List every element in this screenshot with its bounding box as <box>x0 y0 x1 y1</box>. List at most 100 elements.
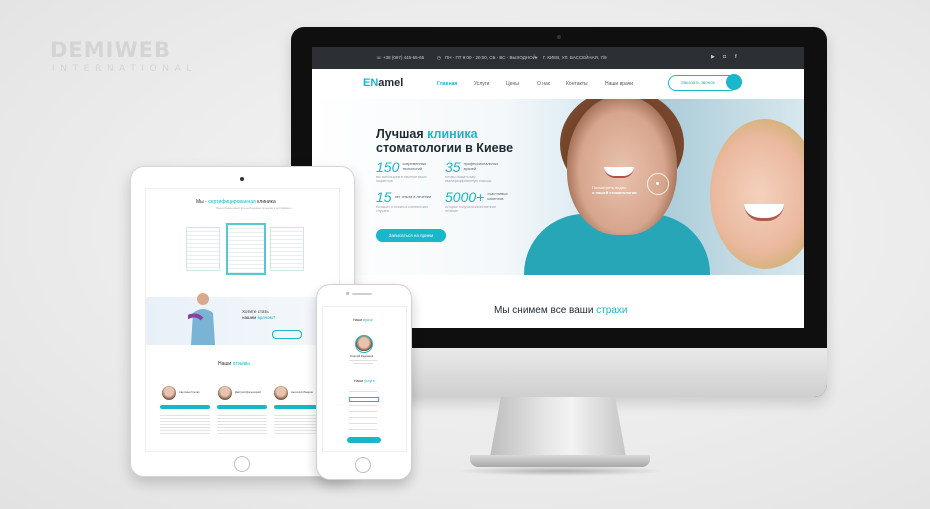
fears-title-accent: страхи <box>596 305 628 316</box>
reviews-title: Наши отзывы <box>218 361 250 367</box>
nav-item-prices[interactable]: Цены <box>506 81 519 87</box>
doctors-title: Наши врачи <box>353 318 373 322</box>
phone-home-button <box>355 457 371 473</box>
watermark-subtitle: INTERNATIONAL <box>52 64 197 74</box>
stat-clients: 5000+ счастливых клиентов которые получи… <box>445 189 509 213</box>
stat-sub: мы используем в лечении своих пациентов <box>376 175 427 183</box>
video-caption: Посмотреть видео о нашей стоматологии <box>592 185 637 195</box>
certificate-image[interactable] <box>226 223 266 275</box>
phone-camera-icon <box>346 292 349 295</box>
service-item[interactable] <box>349 423 377 424</box>
stat-sub: которые получили качественное лечение <box>445 205 497 213</box>
fears-section-title: Мы снимем все ваши страхи <box>494 305 627 316</box>
cert-title-accent: сертифицированная <box>208 199 256 205</box>
fears-title-pre: Мы снимем все ваши <box>494 305 597 316</box>
hero-title: Лучшая клиника стоматологии в Киеве <box>376 127 513 155</box>
reviews-title-accent: отзывы <box>232 361 250 367</box>
phone-call-icon[interactable] <box>726 74 742 90</box>
service-item[interactable] <box>349 411 377 412</box>
certificate-image[interactable] <box>186 227 220 271</box>
phone-cta-button[interactable] <box>347 437 381 443</box>
service-item[interactable] <box>349 391 377 392</box>
camera-icon <box>557 35 561 39</box>
pin-icon: ⌖ <box>535 55 538 60</box>
logo-rest: amel <box>378 77 404 89</box>
site-logo[interactable]: ENamel <box>363 77 403 89</box>
stat-number: 5000+ <box>445 189 485 205</box>
divider <box>353 363 373 364</box>
stat-doctors: 35 профессиональных врачей готовы оказат… <box>445 159 505 183</box>
service-item[interactable] <box>349 429 377 430</box>
stat-label: современных технологий <box>402 162 427 171</box>
avatar <box>218 386 232 400</box>
stat-label: счастливых клиентов <box>487 192 508 201</box>
nav-item-services[interactable]: Услуги <box>474 81 489 87</box>
careers-cta: Хотите стать нашим врачом? <box>242 309 275 320</box>
ipad-camera-icon <box>240 177 244 181</box>
services-title-pre: Наши <box>354 379 365 383</box>
hero-title-pre: Лучшая <box>376 127 428 141</box>
phone-icon: ☏ <box>376 55 382 60</box>
hero-photo-child <box>710 119 804 269</box>
reviews-title-pre: Наши <box>218 361 233 367</box>
reviewer-name: Анатолий Ивашин <box>291 391 313 394</box>
book-appointment-button[interactable]: Записаться на прием <box>376 229 446 242</box>
nav-item-doctors[interactable]: Наши врачи <box>605 81 633 87</box>
doctor-photo <box>188 293 215 345</box>
stat-tech: 150 современных технологий мы используем… <box>376 159 436 183</box>
divider <box>349 360 377 361</box>
stat-sub: готовы оказать вам квалифицированную пом… <box>445 175 492 183</box>
careers-cta-accent: врачом? <box>257 314 276 320</box>
stat-sub: больших и сложных клинических случаев <box>376 205 428 213</box>
reviewer-name: Дмитрий Дольницкий <box>235 391 261 394</box>
hero-title-accent: клиника <box>427 127 478 141</box>
avatar <box>162 386 176 400</box>
logo-accent: EN <box>363 77 379 89</box>
topbar-hours: ПН - ПТ 9:00 - 20:00, СБ - ВС - ВЫХОДНОЙ <box>445 55 536 60</box>
doctor-name: Георгий Кирсанов <box>350 354 374 358</box>
watermark-logo: DEMIWEB <box>50 38 172 62</box>
review-text <box>217 413 267 435</box>
review-text <box>160 413 210 435</box>
doctor-avatar[interactable] <box>355 335 373 353</box>
hero-title-line2: стоматологии в Киеве <box>376 141 514 155</box>
certificates-subtitle: Наша клиника имеет все необходимые лицен… <box>216 207 292 210</box>
imac-shadow <box>455 466 665 476</box>
certificate-image[interactable] <box>270 227 304 271</box>
topbar-address: Г. КИЕВ, УЛ. БАССЕЙНАЯ, 7/9 <box>543 55 607 60</box>
youtube-icon[interactable]: ▶ <box>711 54 715 60</box>
careers-band <box>146 297 339 345</box>
doctors-title-accent: врачи <box>363 318 373 322</box>
services-title: Наши услуги <box>354 379 375 383</box>
nav-item-contacts[interactable]: Контакты <box>566 81 588 87</box>
service-item[interactable] <box>349 417 377 418</box>
facebook-icon[interactable]: f <box>735 54 737 60</box>
cert-title-pre: Мы - <box>196 199 209 205</box>
main-nav: ENamel Главная Услуги Цены О нас Контакт… <box>312 69 804 99</box>
instagram-icon[interactable]: ◘ <box>723 54 726 60</box>
clock-icon: ◷ <box>437 55 441 60</box>
stat-number: 15 <box>376 189 392 205</box>
avatar <box>274 386 288 400</box>
stat-label: профессиональных врачей <box>463 162 499 171</box>
video-caption-line2: о нашей стоматологии <box>592 190 637 195</box>
phone-screen: Наши врачи Георгий Кирсанов Наши услуги <box>322 306 407 452</box>
hero-section: Лучшая клиника стоматологии в Киеве 150 … <box>312 99 804 275</box>
topbar-phone[interactable]: +38 (097) 445-65-65 <box>383 55 424 60</box>
review-highlight <box>160 405 210 409</box>
nav-item-about[interactable]: О нас <box>537 81 550 87</box>
certificates-title: Мы - сертифицированная клиника <box>196 199 276 205</box>
careers-cta-pre: нашим <box>242 314 258 320</box>
cert-title-post: клиника <box>255 199 276 205</box>
review-highlight <box>217 405 267 409</box>
reviewer-name: Светлана Гончар <box>179 391 200 394</box>
careers-button[interactable] <box>272 330 302 339</box>
nav-item-home[interactable]: Главная <box>437 81 457 87</box>
imac-stand <box>490 397 626 457</box>
service-item-active[interactable] <box>349 397 379 402</box>
doctors-title-pre: Наши <box>353 318 364 322</box>
service-item[interactable] <box>349 405 377 406</box>
play-dot-icon <box>656 182 659 185</box>
services-title-accent: услуги <box>364 379 375 383</box>
stat-label: лет опыта в лечении <box>394 194 432 199</box>
